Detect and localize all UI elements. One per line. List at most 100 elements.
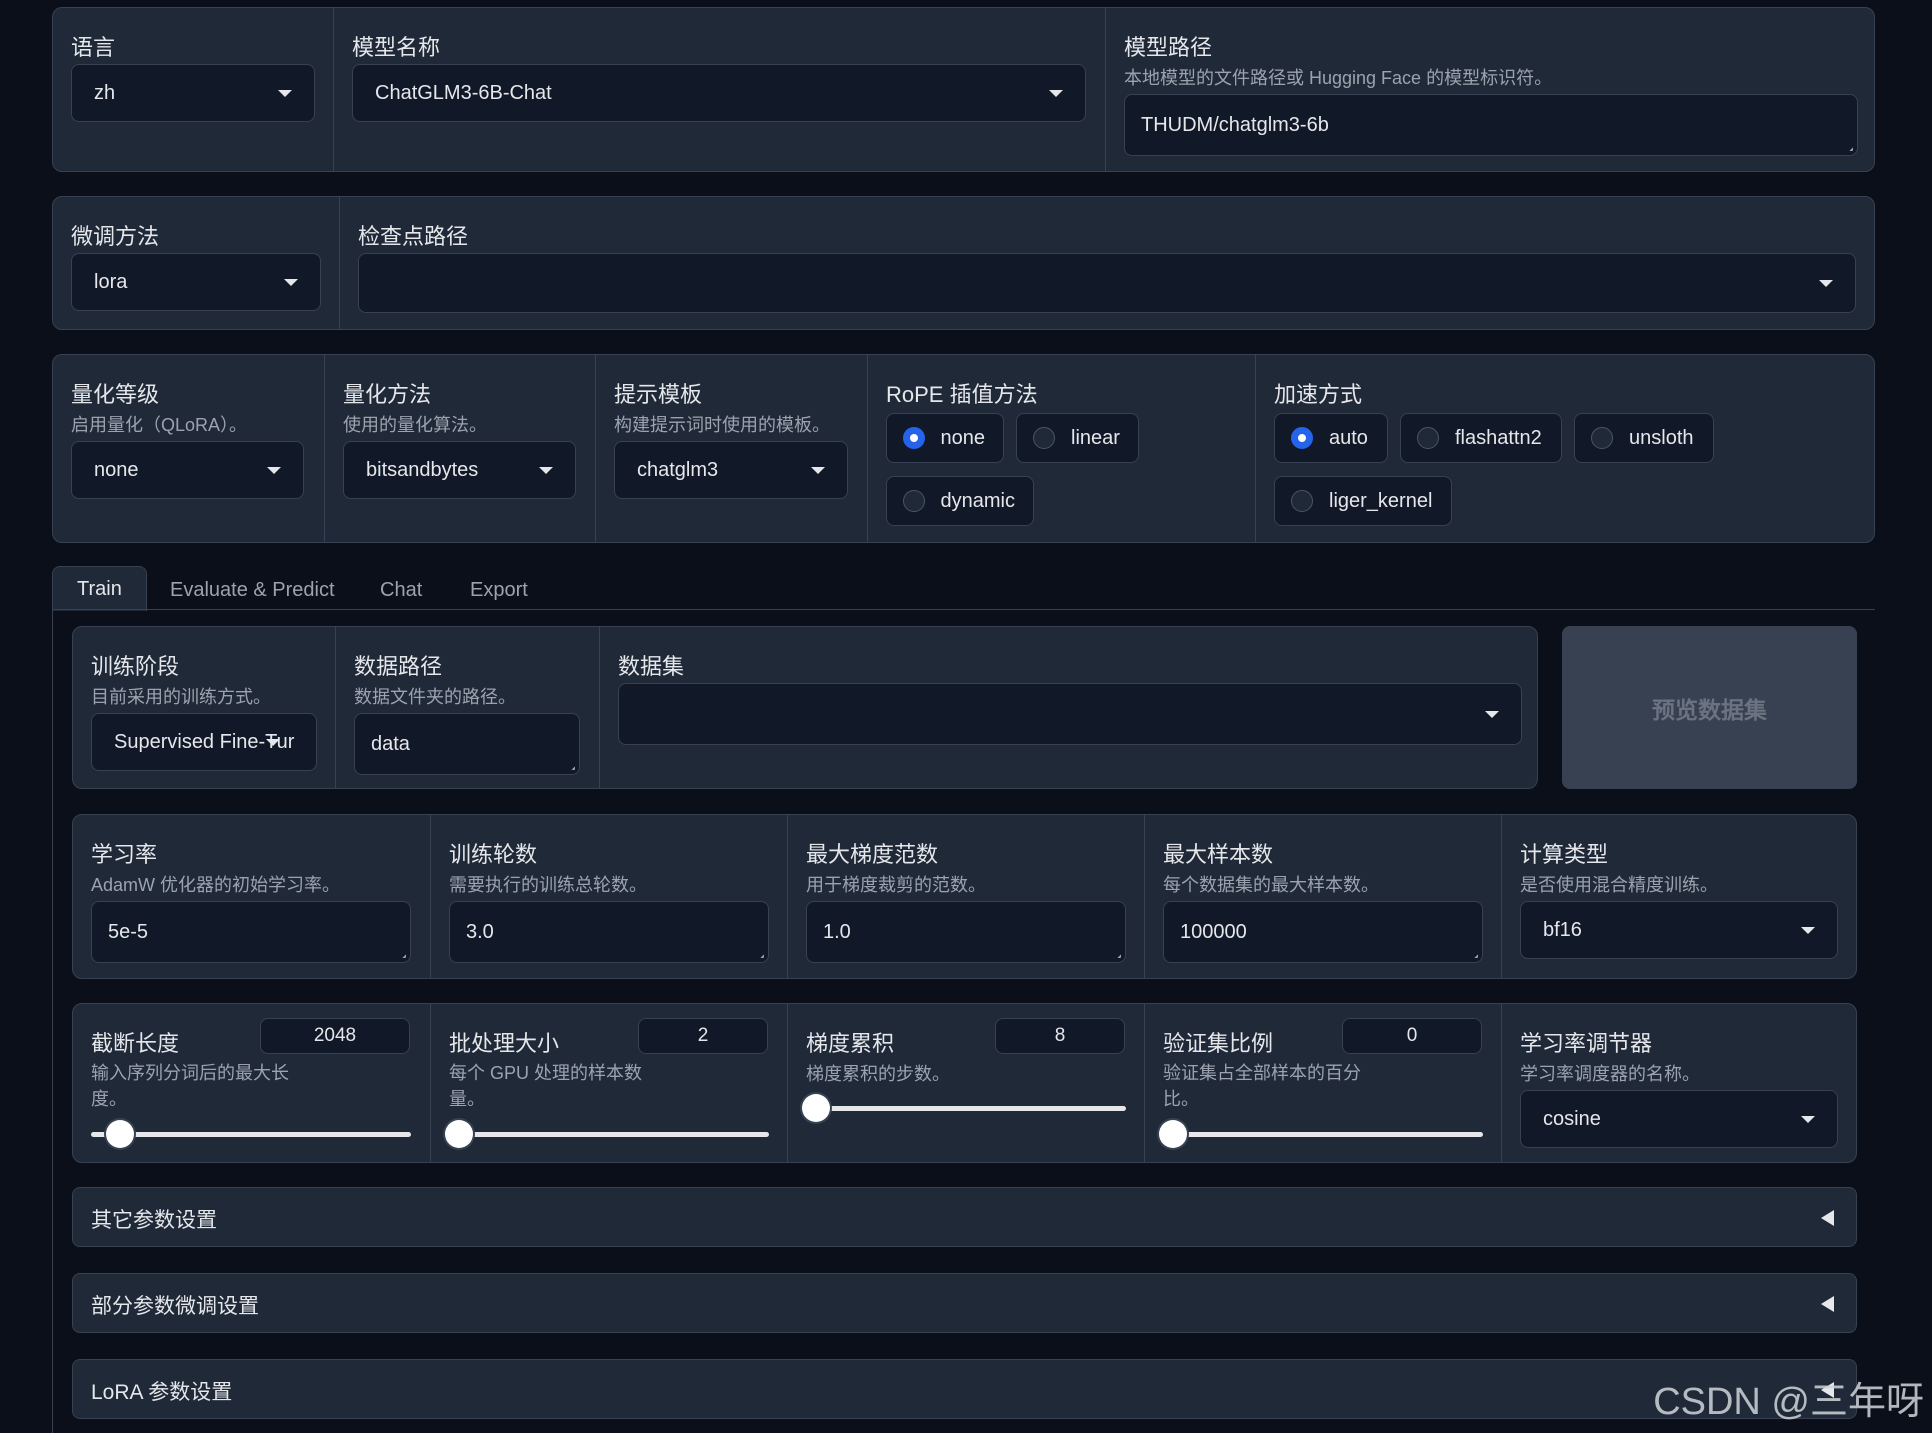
rope-cell: RoPE 插值方法 none linear dynamic <box>867 355 1255 542</box>
hyperparams-panel: 学习率 AdamW 优化器的初始学习率。 5e-5 训练轮数 需要执行的训练总轮… <box>72 814 1857 979</box>
grad-accum-slider-handle[interactable] <box>802 1094 830 1122</box>
cutoff-len-slider-track[interactable] <box>91 1132 411 1137</box>
accordion-freeze-settings[interactable]: 部分参数微调设置 <box>72 1273 1857 1333</box>
cutoff-len-number[interactable]: 2048 <box>260 1018 410 1054</box>
resize-handle-icon[interactable] <box>566 761 575 770</box>
batch-size-slider-handle[interactable] <box>445 1120 473 1148</box>
quant-method-info: 使用的量化算法。 <box>343 415 487 435</box>
chevron-down-icon <box>284 279 298 286</box>
num-epochs-input[interactable]: 3.0 <box>449 901 769 963</box>
cutoff-len-slider-handle[interactable] <box>106 1120 135 1148</box>
val-size-label: 验证集比例 <box>1163 1031 1274 1056</box>
quant-method-dropdown[interactable]: bitsandbytes <box>343 441 576 499</box>
model-name-dropdown[interactable]: ChatGLM3-6B-Chat <box>352 64 1086 122</box>
collapse-arrow-icon <box>1821 1210 1834 1226</box>
learning-rate-input[interactable]: 5e-5 <box>91 901 411 963</box>
template-cell: 提示模板 构建提示词时使用的模板。 chatglm3 <box>595 355 867 542</box>
finetune-method-dropdown[interactable]: lora <box>71 253 321 311</box>
lr-scheduler-dropdown[interactable]: cosine <box>1520 1090 1838 1148</box>
grad-accum-slider-track[interactable] <box>806 1106 1126 1111</box>
resize-handle-icon[interactable] <box>1112 949 1121 958</box>
dataset-cell: 数据集 <box>599 627 1537 788</box>
tab-evaluate-predict[interactable]: Evaluate & Predict <box>170 570 335 610</box>
max-samples-label: 最大样本数 <box>1163 842 1274 867</box>
val-size-number[interactable]: 0 <box>1342 1018 1482 1054</box>
checkpoint-dropdown[interactable] <box>358 253 1856 313</box>
learning-rate-cell: 学习率 AdamW 优化器的初始学习率。 5e-5 <box>73 815 430 978</box>
chevron-down-icon <box>1485 711 1499 718</box>
max-grad-norm-cell: 最大梯度范数 用于梯度裁剪的范数。 1.0 <box>787 815 1144 978</box>
accordion-other-settings[interactable]: 其它参数设置 <box>72 1187 1857 1247</box>
quant-bit-cell: 量化等级 启用量化（QLoRA）。 none <box>53 355 324 542</box>
stage-dropdown[interactable]: Supervised Fine-Tur <box>91 713 317 771</box>
max-grad-norm-label: 最大梯度范数 <box>806 842 939 867</box>
rope-option-none[interactable]: none <box>886 413 1004 463</box>
chevron-down-icon <box>811 467 825 474</box>
language-cell: 语言 zh <box>53 8 333 171</box>
chevron-down-icon <box>539 467 553 474</box>
radio-unselected-icon <box>903 490 925 512</box>
booster-cell: 加速方式 auto flashattn2 unsloth liger_kerne… <box>1255 355 1874 542</box>
booster-option-label: unsloth <box>1629 426 1694 449</box>
tab-chat[interactable]: Chat <box>380 570 422 610</box>
quant-method-cell: 量化方法 使用的量化算法。 bitsandbytes <box>324 355 595 542</box>
language-label: 语言 <box>71 35 116 60</box>
chevron-down-icon <box>1819 280 1833 287</box>
accordion-title: 部分参数微调设置 <box>91 1295 259 1318</box>
batch-size-slider-track[interactable] <box>449 1132 769 1137</box>
booster-option-unsloth[interactable]: unsloth <box>1574 413 1714 463</box>
language-value: zh <box>94 81 116 104</box>
val-size-slider-handle[interactable] <box>1159 1120 1187 1148</box>
template-dropdown[interactable]: chatglm3 <box>614 441 848 499</box>
template-info: 构建提示词时使用的模板。 <box>614 415 830 435</box>
language-dropdown[interactable]: zh <box>71 64 315 122</box>
booster-option-liger-kernel[interactable]: liger_kernel <box>1274 476 1452 526</box>
chevron-down-icon <box>1801 1116 1815 1123</box>
max-grad-norm-input[interactable]: 1.0 <box>806 901 1126 963</box>
booster-option-label: flashattn2 <box>1455 426 1542 449</box>
chevron-down-icon <box>278 90 292 97</box>
batch-size-info: 每个 GPU 处理的样本数量。 <box>449 1063 643 1109</box>
accordion-title: LoRA 参数设置 <box>91 1381 233 1404</box>
radio-selected-icon <box>1291 427 1313 449</box>
learning-rate-info: AdamW 优化器的初始学习率。 <box>91 875 341 895</box>
rope-option-linear[interactable]: linear <box>1016 413 1139 463</box>
compute-type-dropdown[interactable]: bf16 <box>1520 901 1838 959</box>
grad-accum-number[interactable]: 8 <box>995 1018 1125 1054</box>
tab-train[interactable]: Train <box>52 566 147 611</box>
radio-selected-icon <box>903 427 925 449</box>
rope-option-label: dynamic <box>940 489 1015 512</box>
rope-option-label: linear <box>1071 426 1120 449</box>
dataset-dir-input[interactable]: data <box>354 713 580 775</box>
lr-scheduler-info: 学习率调度器的名称。 <box>1520 1064 1700 1084</box>
preview-dataset-button[interactable]: 预览数据集 <box>1562 626 1857 789</box>
dataset-dropdown[interactable] <box>618 683 1522 745</box>
quant-bit-dropdown[interactable]: none <box>71 441 304 499</box>
rope-option-label: none <box>940 426 986 449</box>
booster-option-flashattn2[interactable]: flashattn2 <box>1400 413 1562 463</box>
batch-size-number[interactable]: 2 <box>638 1018 768 1054</box>
model-path-value: THUDM/chatglm3-6b <box>1141 113 1329 136</box>
max-samples-input[interactable]: 100000 <box>1163 901 1483 963</box>
slider-panel: 截断长度 2048 输入序列分词后的最大长度。 批处理大小 2 每个 GPU 处… <box>72 1003 1857 1163</box>
tab-export[interactable]: Export <box>470 570 528 610</box>
max-grad-norm-info: 用于梯度裁剪的范数。 <box>806 875 986 895</box>
batch-size-label: 批处理大小 <box>449 1031 560 1056</box>
resize-handle-icon[interactable] <box>397 949 406 958</box>
model-path-input[interactable]: THUDM/chatglm3-6b <box>1124 94 1858 156</box>
max-samples-cell: 最大样本数 每个数据集的最大样本数。 100000 <box>1144 815 1501 978</box>
rope-option-dynamic[interactable]: dynamic <box>886 476 1034 526</box>
accordion-title: 其它参数设置 <box>91 1209 217 1232</box>
resize-handle-icon[interactable] <box>1844 142 1853 151</box>
resize-handle-icon[interactable] <box>1469 949 1478 958</box>
resize-handle-icon[interactable] <box>755 949 764 958</box>
accordion-lora-settings[interactable]: LoRA 参数设置 <box>72 1359 1857 1419</box>
learning-rate-label: 学习率 <box>91 842 158 867</box>
model-name-cell: 模型名称 ChatGLM3-6B-Chat <box>333 8 1105 171</box>
dataset-dir-value: data <box>371 732 410 755</box>
dataset-panel: 训练阶段 目前采用的训练方式。 Supervised Fine-Tur 数据路径… <box>72 626 1538 789</box>
booster-option-auto[interactable]: auto <box>1274 413 1388 463</box>
model-path-label: 模型路径 <box>1124 35 1213 60</box>
learning-rate-value: 5e-5 <box>108 920 149 943</box>
val-size-slider-track[interactable] <box>1163 1132 1483 1137</box>
